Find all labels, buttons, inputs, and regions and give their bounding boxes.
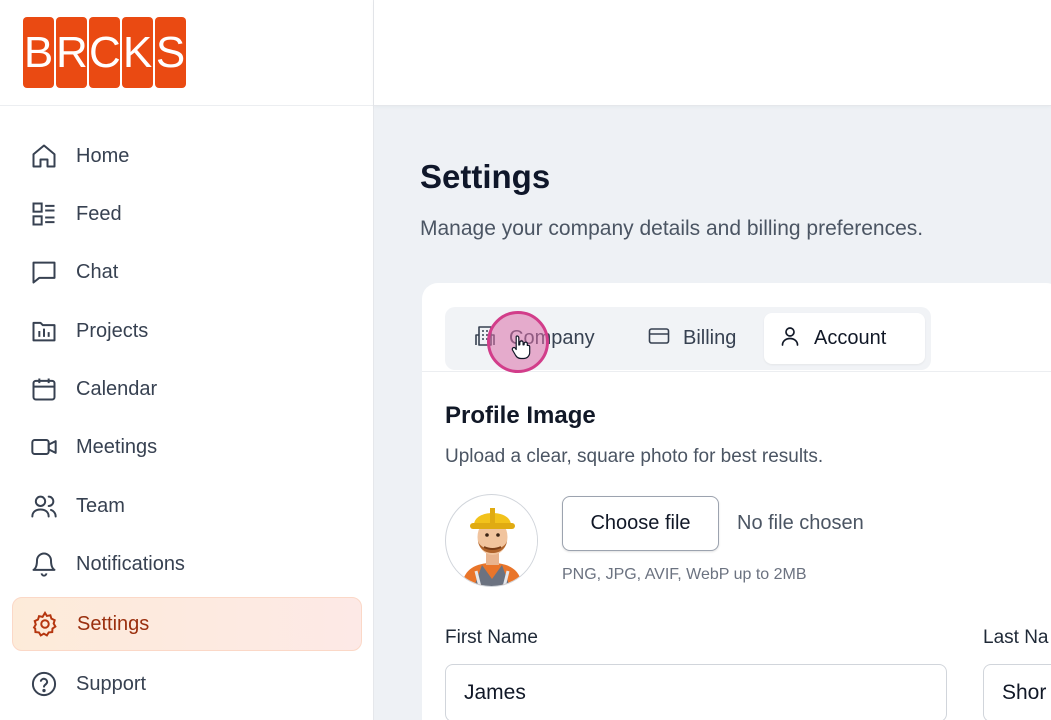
page-title: Settings <box>420 158 551 195</box>
hand-cursor-icon <box>510 334 532 365</box>
projects-icon <box>30 317 58 345</box>
sidebar-item-home[interactable]: Home <box>12 129 362 183</box>
sidebar-item-team[interactable]: Team <box>12 479 362 533</box>
page-subtitle: Manage your company details and billing … <box>420 217 924 240</box>
team-icon <box>30 492 58 520</box>
bell-icon <box>30 550 58 578</box>
sidebar-item-label: Team <box>76 494 125 517</box>
sidebar-item-label: Feed <box>76 202 122 225</box>
file-format-hint: PNG, JPG, AVIF, WebP up to 2MB <box>562 566 807 583</box>
sidebar-item-label: Chat <box>76 260 119 283</box>
brand-logo[interactable]: B R C K S <box>23 17 186 88</box>
logo-letter: B <box>23 17 54 88</box>
avatar <box>445 494 538 587</box>
sidebar-item-label: Notifications <box>76 552 185 575</box>
tab-billing[interactable]: Billing <box>633 313 750 364</box>
sidebar: B R C K S Home Feed Chat Projects Calend… <box>0 0 374 720</box>
chat-icon <box>30 258 58 286</box>
calendar-icon <box>30 375 58 403</box>
sidebar-item-projects[interactable]: Projects <box>12 304 362 358</box>
sidebar-item-label: Calendar <box>76 377 158 400</box>
profile-image-title: Profile Image <box>445 402 596 429</box>
tab-label: Account <box>814 327 887 349</box>
sidebar-item-label: Projects <box>76 319 149 342</box>
sidebar-item-notifications[interactable]: Notifications <box>12 537 362 591</box>
top-bar <box>374 0 1051 106</box>
sidebar-item-meetings[interactable]: Meetings <box>12 420 362 474</box>
sidebar-item-label: Support <box>76 672 147 695</box>
logo-letter: S <box>155 17 186 88</box>
sidebar-item-settings[interactable]: Settings <box>12 597 362 651</box>
feed-icon <box>30 200 58 228</box>
last-name-label: Last Na <box>983 627 1049 648</box>
last-name-field[interactable] <box>983 664 1051 720</box>
home-icon <box>30 142 58 170</box>
sidebar-item-support[interactable]: Support <box>12 657 362 711</box>
sidebar-item-feed[interactable]: Feed <box>12 187 362 241</box>
tab-account[interactable]: Account <box>764 313 925 364</box>
no-file-status: No file chosen <box>737 512 864 534</box>
first-name-label: First Name <box>445 627 538 648</box>
first-name-field[interactable] <box>445 664 947 720</box>
help-icon <box>30 670 58 698</box>
sidebar-item-label: Home <box>76 144 130 167</box>
user-icon <box>778 324 802 353</box>
credit-card-icon <box>647 324 671 353</box>
video-icon <box>30 433 58 461</box>
sidebar-item-calendar[interactable]: Calendar <box>12 362 362 416</box>
logo-letter: R <box>56 17 88 88</box>
sidebar-item-label: Meetings <box>76 435 158 458</box>
sidebar-item-chat[interactable]: Chat <box>12 245 362 299</box>
tab-label: Billing <box>683 327 737 349</box>
gear-icon <box>31 610 59 638</box>
sidebar-item-label: Settings <box>77 612 150 635</box>
logo-area: B R C K S <box>0 0 373 106</box>
logo-letter: C <box>89 17 121 88</box>
profile-image-description: Upload a clear, square photo for best re… <box>445 446 824 467</box>
logo-letter: K <box>122 17 153 88</box>
choose-file-button[interactable]: Choose file <box>562 496 719 551</box>
